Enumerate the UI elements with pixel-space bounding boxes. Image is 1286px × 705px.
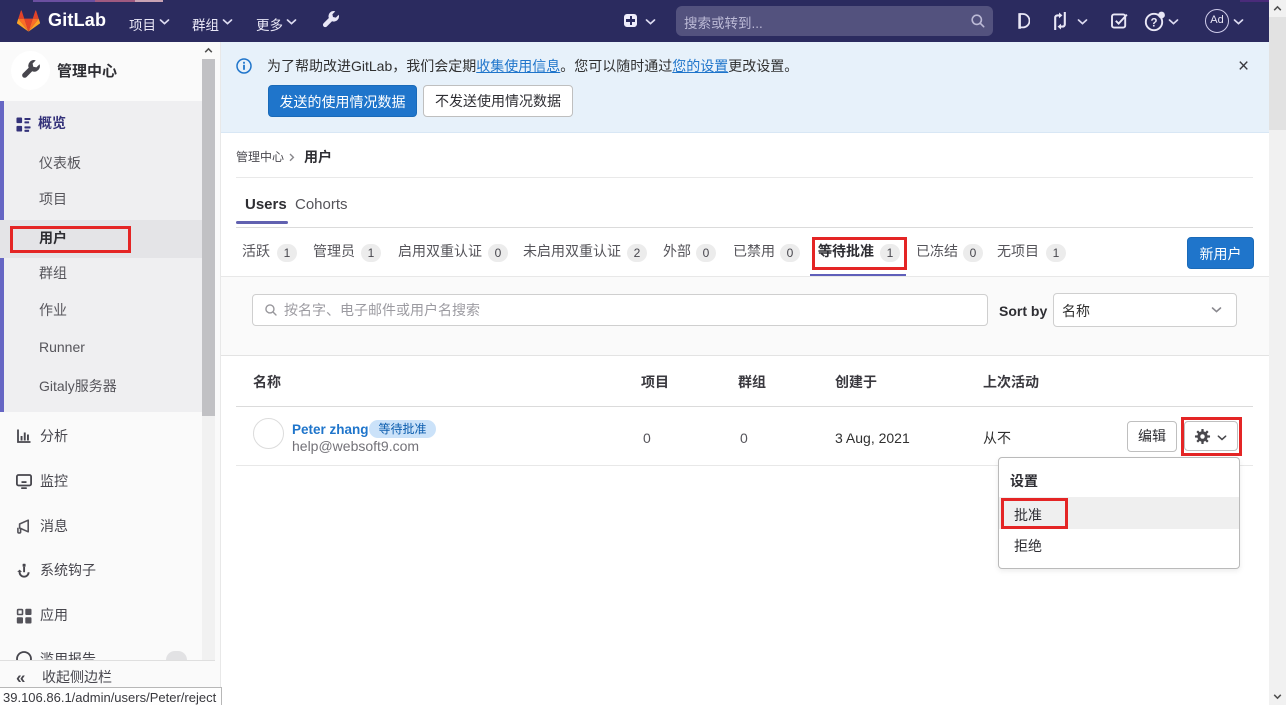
svg-text:?: ?	[1150, 17, 1157, 29]
